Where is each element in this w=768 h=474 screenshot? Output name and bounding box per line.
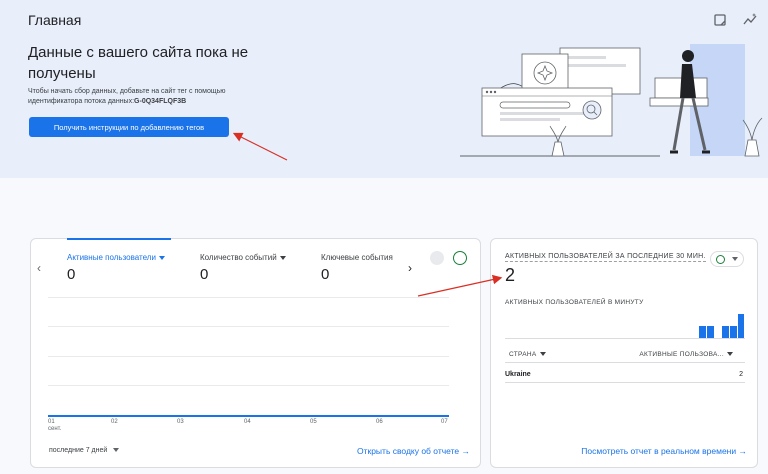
metric-value: 0 xyxy=(67,266,76,283)
per-minute-bar xyxy=(722,326,729,338)
dropdown-caret-icon xyxy=(732,257,738,261)
check-circle-icon[interactable] xyxy=(453,251,467,265)
table-row-country: Ukraine xyxy=(505,371,531,378)
overview-card: ‹ Активные пользователи 0 Количество соб… xyxy=(30,238,481,468)
banner-headline: Данные с вашего сайта пока не получены xyxy=(28,44,249,82)
metric-value: 0 xyxy=(200,266,209,283)
table-row-value: 2 xyxy=(739,371,743,378)
table-divider xyxy=(505,382,745,383)
chevron-left-icon[interactable]: ‹ xyxy=(37,261,41,275)
x-tick-label: 05 xyxy=(310,419,317,425)
banner-description: Чтобы начать сбор данных, добавьте на са… xyxy=(28,87,268,107)
x-tick-label: 04 xyxy=(244,419,251,425)
x-month-label: сент. xyxy=(48,426,62,432)
active-users-column-header[interactable]: АКТИВНЫЕ ПОЛЬЗОВА... xyxy=(639,351,733,358)
banner-illustration xyxy=(460,44,763,157)
metric-label: Количество событий xyxy=(200,253,286,262)
chart-gridline xyxy=(48,356,449,357)
x-tick-label: 02 xyxy=(111,419,118,425)
date-range-selector[interactable]: последние 7 дней xyxy=(49,447,120,454)
metric-label: Ключевые события xyxy=(321,253,393,262)
table-divider xyxy=(505,362,745,363)
dropdown-caret-icon xyxy=(539,352,546,357)
chart-gridline xyxy=(48,297,449,298)
metric-active-users[interactable]: Активные пользователи 0 xyxy=(67,253,165,283)
open-report-link[interactable]: Открыть сводку об отчете → xyxy=(357,446,470,456)
view-realtime-report-link[interactable]: Посмотреть отчет в реальном времени → xyxy=(581,446,747,456)
per-minute-bar-chart xyxy=(505,311,745,339)
per-minute-bar xyxy=(699,326,706,338)
metric-value: 0 xyxy=(321,266,330,283)
insights-icon[interactable] xyxy=(742,12,758,28)
metric-label: Активные пользователи xyxy=(67,253,165,262)
header-actions xyxy=(712,12,758,28)
active-tab-indicator xyxy=(67,238,171,240)
dropdown-caret-icon xyxy=(113,448,120,453)
dropdown-caret-icon xyxy=(279,255,286,260)
metric-event-count[interactable]: Количество событий 0 xyxy=(200,253,286,283)
note-icon[interactable] xyxy=(712,12,728,28)
per-minute-bar xyxy=(730,326,737,338)
per-minute-bar xyxy=(737,314,745,338)
x-tick-label: 01 xyxy=(48,419,55,425)
get-tag-instructions-button[interactable]: Получить инструкции по добавлению тегов xyxy=(29,117,229,137)
banner-description-text: Чтобы начать сбор данных, добавьте на са… xyxy=(28,88,226,105)
x-tick-label: 07 xyxy=(441,419,448,425)
country-column-header[interactable]: СТРАНА xyxy=(509,351,546,358)
page-title: Главная xyxy=(28,12,82,28)
stream-id: G-0Q34FLQF3B xyxy=(134,98,187,105)
realtime-label: АКТИВНЫХ ПОЛЬЗОВАТЕЛЕЙ ЗА ПОСЛЕДНИЕ 30 М… xyxy=(505,253,706,262)
chart-gridline xyxy=(48,385,449,386)
check-circle-icon xyxy=(716,254,725,264)
arrow-right-icon: → xyxy=(738,446,748,456)
chart-series-line xyxy=(48,415,449,417)
metric-key-events[interactable]: Ключевые события 0 xyxy=(321,253,393,283)
per-minute-label: АКТИВНЫХ ПОЛЬЗОВАТЕЛЕЙ В МИНУТУ xyxy=(505,299,644,306)
chevron-right-icon[interactable]: › xyxy=(408,261,412,275)
realtime-value: 2 xyxy=(505,265,516,285)
compare-icon[interactable] xyxy=(430,251,444,265)
dropdown-caret-icon xyxy=(158,255,165,260)
x-tick-label: 06 xyxy=(376,419,383,425)
realtime-card: АКТИВНЫХ ПОЛЬЗОВАТЕЛЕЙ ЗА ПОСЛЕДНИЕ 30 М… xyxy=(490,238,758,468)
dropdown-caret-icon xyxy=(727,352,733,357)
chart-gridline xyxy=(48,326,449,327)
arrow-right-icon: → xyxy=(461,446,471,456)
per-minute-bar xyxy=(706,326,714,338)
realtime-status-chip[interactable] xyxy=(710,251,744,267)
welcome-banner: Главная Данные с вашего сайта пока не по… xyxy=(0,0,768,178)
x-tick-label: 03 xyxy=(177,419,184,425)
